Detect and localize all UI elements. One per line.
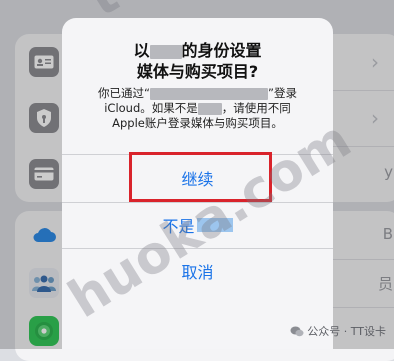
cancel-button[interactable]: 取消 xyxy=(62,249,333,293)
redacted-account xyxy=(150,87,268,100)
redacted-name xyxy=(196,218,233,232)
alert-title: 以的身份设置 媒体与购买项目? xyxy=(133,41,262,81)
redacted-name xyxy=(149,44,182,59)
watermark-credit: 公众号 · TT设卡 xyxy=(290,323,386,339)
wechat-icon xyxy=(290,326,304,336)
alert-message: 你已通过“ ”登录 iCloud。如果不是 ，请使用不同 Apple账户登录媒体与购… xyxy=(98,86,297,130)
not-me-button[interactable]: 不是 xyxy=(62,203,333,247)
highlight-box xyxy=(129,152,272,202)
redacted-name xyxy=(197,102,222,115)
